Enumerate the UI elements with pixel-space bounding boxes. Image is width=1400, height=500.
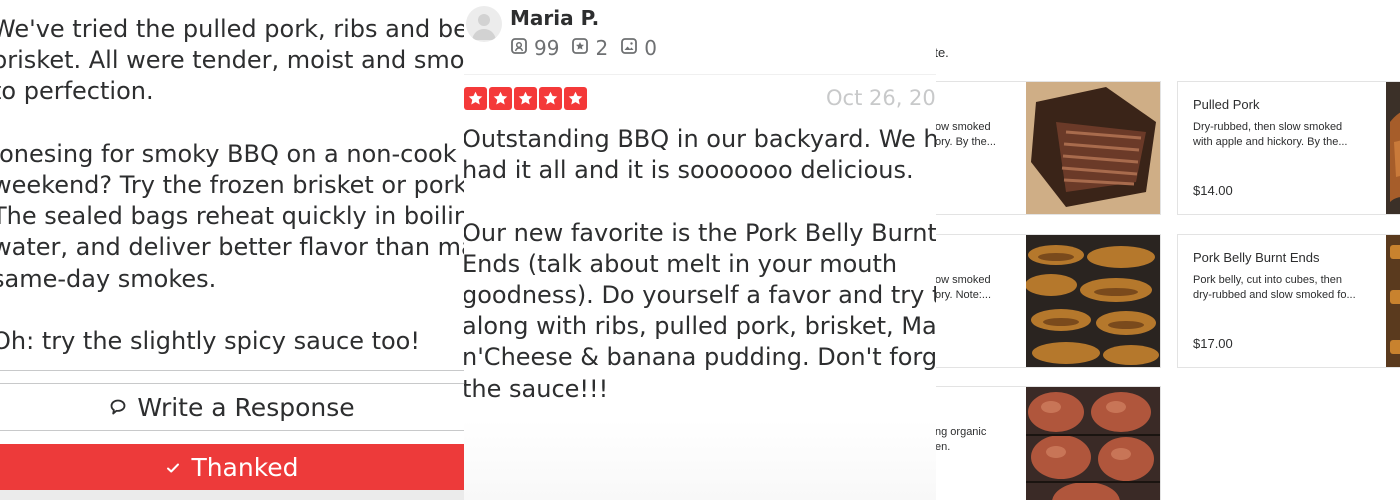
review-line: n'Cheese & banana pudding. Don't forget: [464, 343, 936, 372]
write-response-label: Write a Response: [137, 392, 355, 422]
menu-item-price: $17.00: [1193, 336, 1233, 351]
review-line: had it all and it is sooooooo delicious.: [464, 156, 914, 185]
star-icon: [564, 87, 587, 110]
review-line: along with ribs, pulled pork, brisket, M…: [464, 312, 936, 341]
reviewer-name[interactable]: Maria P.: [510, 6, 599, 30]
desc-line: ory. Note:...: [936, 289, 992, 301]
divider: [0, 430, 464, 431]
review-line: Ends (talk about melt in your mouth: [464, 249, 898, 278]
review-paragraph: Oh: try the slightly spicy sauce too!: [0, 326, 464, 357]
menu-panel: rte. ow smoked ory. By the... ow smoked …: [936, 0, 1400, 500]
photo-icon: [620, 36, 638, 60]
friends-stat: 2: [571, 36, 608, 60]
middle-review-panel: Maria P. 99 2 0 Oct 26, 2021: [464, 0, 936, 500]
desc-line: with apple and hickory. By the...: [1193, 136, 1348, 148]
review-line: Oh: try the slightly spicy sauce too!: [0, 327, 420, 355]
brisket-photo: [1026, 82, 1160, 214]
pulled-pork-photo: [1386, 82, 1400, 214]
divider: [464, 74, 936, 75]
review-line: same-day smokes.: [0, 264, 217, 293]
star-badge-icon: [571, 36, 589, 60]
ribs-photo: [1026, 235, 1160, 367]
review-line: goodness). Do yourself a favor and try t…: [464, 281, 936, 309]
review-line: Jonesing for smoky BBQ on a non-cook: [0, 139, 457, 168]
left-review-panel: We've tried the pulled pork, ribs and be…: [0, 0, 464, 500]
menu-item-pork-belly-burnt-ends[interactable]: Pork Belly Burnt Ends Pork belly, cut in…: [1177, 234, 1400, 368]
desc-line: Dry-rubbed, then slow smoked: [1193, 121, 1343, 133]
review-date: Oct 26, 2021: [826, 86, 936, 110]
photos-count: 0: [644, 36, 657, 60]
review-line: We've tried the pulled pork, ribs and be…: [0, 15, 464, 43]
chicken-photo: [1026, 387, 1160, 500]
desc-line: en.: [936, 441, 951, 453]
review-line: the sauce!!!: [464, 374, 609, 403]
speech-bubble-icon: [109, 393, 127, 422]
menu-item-desc: Dry-rubbed, then slow smoked with apple …: [1193, 120, 1383, 150]
desc-line: ow smoked: [936, 121, 991, 133]
review-line: water, and deliver better flavor than ma…: [0, 233, 464, 262]
star-icon: [539, 87, 562, 110]
menu-intro-text: rte.: [936, 45, 949, 60]
review-text: We've tried the pulled pork, ribs and be…: [0, 14, 464, 388]
review-count-icon: [510, 36, 528, 60]
review-text: Outstanding BBQ in our backyard. We have…: [464, 124, 936, 436]
menu-item-card[interactable]: ow smoked ory. Note:...: [936, 234, 1161, 368]
avatar[interactable]: [466, 6, 502, 42]
divider: [0, 370, 464, 371]
friends-count: 2: [595, 36, 609, 60]
thanked-label: Thanked: [191, 452, 299, 482]
star-icon: [464, 87, 487, 110]
write-response-button[interactable]: Write a Response: [0, 384, 464, 430]
review-line: Outstanding BBQ in our backyard. We have: [464, 125, 936, 153]
photos-stat: 0: [620, 36, 657, 60]
burnt-ends-photo: [1386, 235, 1400, 367]
fade-overlay: [464, 420, 936, 500]
review-paragraph: Outstanding BBQ in our backyard. We have…: [464, 124, 936, 186]
review-line: weekend? Try the frozen brisket or pork.: [0, 171, 464, 199]
star-icon: [514, 87, 537, 110]
desc-line: ng organic: [936, 426, 987, 438]
menu-item-pulled-pork[interactable]: Pulled Pork Dry-rubbed, then slow smoked…: [1177, 81, 1400, 215]
menu-item-title: Pulled Pork: [1193, 97, 1260, 112]
desc-line: dry-rubbed and slow smoked fo...: [1193, 289, 1356, 301]
check-icon: [165, 453, 181, 482]
footer-strip: [0, 490, 464, 500]
menu-item-card[interactable]: ow smoked ory. By the...: [936, 81, 1161, 215]
review-paragraph: Our new favorite is the Pork Belly Burnt…: [464, 218, 936, 405]
reviewer-stats: 99 2 0: [510, 36, 657, 60]
review-paragraph: We've tried the pulled pork, ribs and be…: [0, 14, 464, 108]
star-icon: [489, 87, 512, 110]
desc-line: Pork belly, cut into cubes, then: [1193, 274, 1342, 286]
menu-item-desc: Pork belly, cut into cubes, then dry-rub…: [1193, 273, 1383, 303]
review-count-stat: 99: [510, 36, 559, 60]
thanked-button[interactable]: Thanked: [0, 444, 464, 490]
menu-item-price: $14.00: [1193, 183, 1233, 198]
review-paragraph: Jonesing for smoky BBQ on a non-cook wee…: [0, 139, 464, 295]
menu-item-title: Pork Belly Burnt Ends: [1193, 250, 1320, 265]
star-rating: [464, 87, 587, 110]
desc-line: ow smoked: [936, 274, 991, 286]
menu-item-card[interactable]: ng organic en.: [936, 386, 1161, 500]
review-count: 99: [534, 36, 560, 60]
review-line: Our new favorite is the Pork Belly Burnt: [464, 218, 936, 247]
desc-line: ory. By the...: [936, 136, 996, 148]
review-line: The sealed bags reheat quickly in boilin…: [0, 202, 464, 231]
review-line: brisket. All were tender, moist and smok…: [0, 46, 464, 75]
review-line: to perfection.: [0, 77, 154, 106]
